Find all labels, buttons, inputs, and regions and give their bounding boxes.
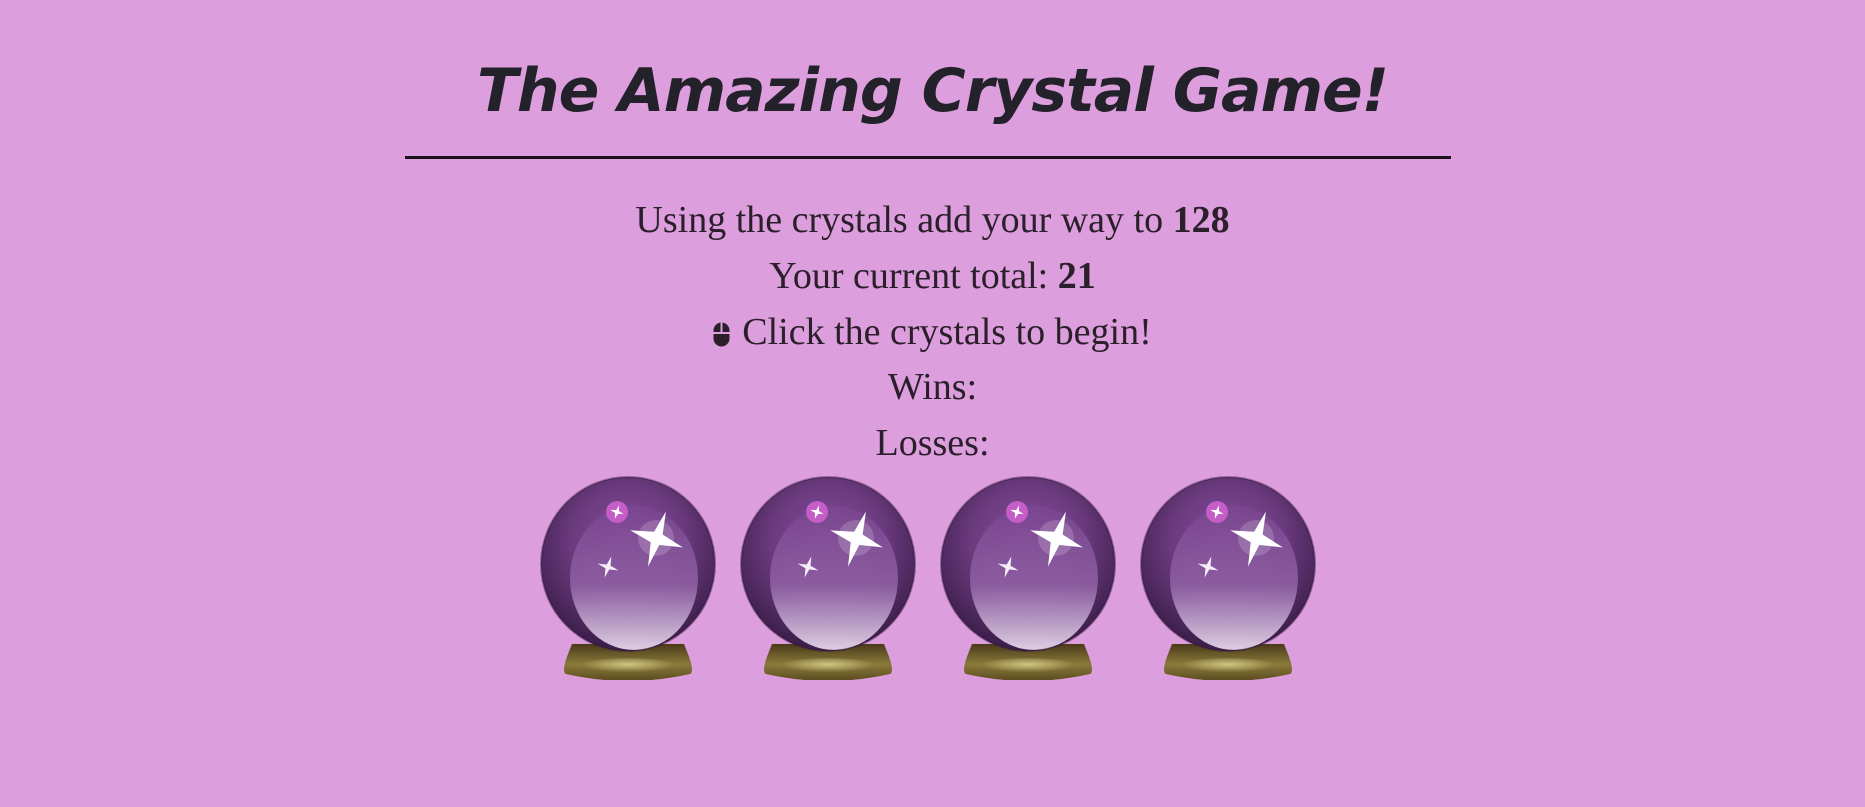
total-label: Your current total: — [769, 255, 1049, 297]
wins-label: Wins: — [887, 366, 978, 408]
crystal-ball-icon — [540, 476, 716, 680]
target-label: Using the crystals add your way to — [635, 199, 1164, 241]
crystal-ball-icon — [1140, 476, 1316, 680]
crystals-row — [540, 476, 1325, 680]
losses-line: Losses: — [0, 420, 1865, 466]
crystal-button-3[interactable] — [940, 476, 1116, 680]
crystal-ball-icon — [940, 476, 1116, 680]
total-line: Your current total: 21 — [0, 253, 1865, 299]
losses-label: Losses: — [875, 422, 990, 464]
crystal-button-1[interactable] — [540, 476, 716, 680]
target-number: 128 — [1172, 199, 1230, 241]
game-title: The Amazing Crystal Game! — [476, 56, 1389, 126]
crystal-button-2[interactable] — [740, 476, 916, 680]
total-number: 21 — [1057, 255, 1096, 297]
instruction-line: Click the crystals to begin! — [0, 309, 1865, 355]
target-line: Using the crystals add your way to 128 — [0, 197, 1865, 243]
crystal-button-4[interactable] — [1140, 476, 1316, 680]
game-page: The Amazing Crystal Game! Using the crys… — [0, 0, 1865, 807]
wins-line: Wins: — [0, 364, 1865, 410]
mouse-icon — [713, 312, 730, 347]
title-divider — [405, 156, 1451, 159]
instruction-text: Click the crystals to begin! — [742, 311, 1152, 353]
crystal-ball-icon — [740, 476, 916, 680]
